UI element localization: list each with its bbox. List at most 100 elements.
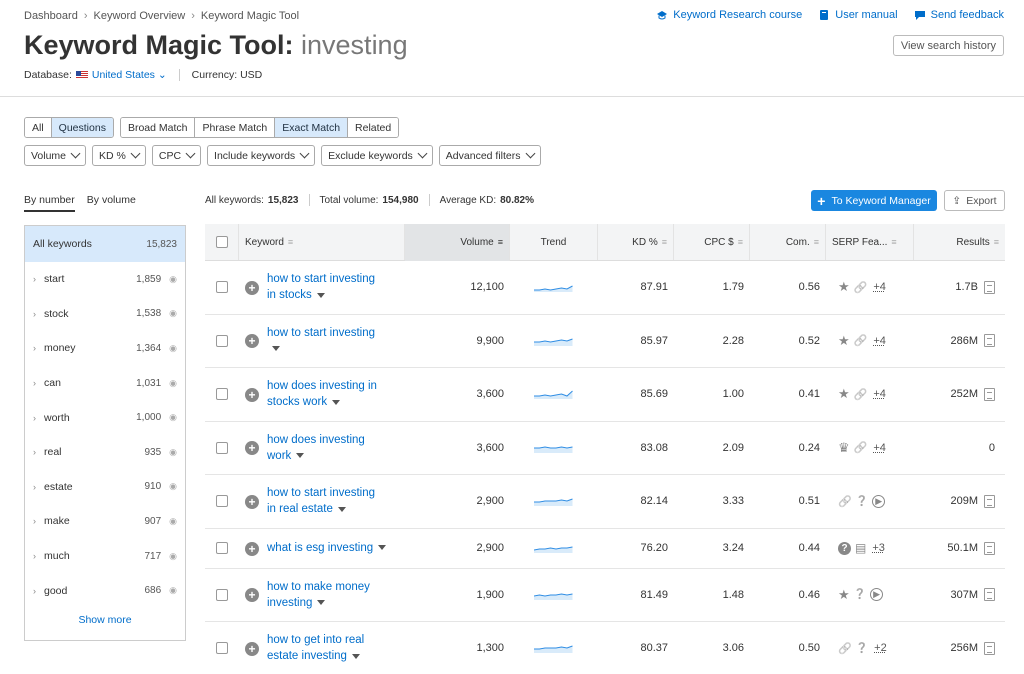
tab-exact-match[interactable]: Exact Match	[275, 118, 349, 137]
to-keyword-manager-button[interactable]: + To Keyword Manager	[811, 190, 937, 211]
tab-all[interactable]: All	[25, 118, 52, 137]
caret-down-icon[interactable]	[378, 545, 387, 551]
add-keyword-icon[interactable]: +	[245, 541, 259, 556]
sort-icon: ≡	[993, 237, 999, 247]
add-keyword-icon[interactable]: +	[245, 588, 259, 603]
serp-more-count[interactable]: +4	[873, 442, 886, 454]
serp-snapshot-icon[interactable]	[984, 334, 995, 348]
keyword-course-link[interactable]: Keyword Research course	[656, 9, 802, 21]
caret-down-icon[interactable]	[332, 399, 341, 405]
include-keywords-dropdown[interactable]: Include keywords	[207, 145, 316, 166]
add-keyword-icon[interactable]: +	[245, 441, 259, 456]
group-item-good[interactable]: › good 686 ◉	[25, 573, 185, 608]
keyword-link[interactable]: how to start investing	[267, 325, 375, 357]
group-item-much[interactable]: › much 717 ◉	[25, 539, 185, 574]
serp-more-count[interactable]: +3	[872, 542, 885, 554]
row-checkbox[interactable]	[216, 334, 228, 347]
tab-by-number[interactable]: By number	[24, 194, 75, 212]
serp-snapshot-icon[interactable]	[984, 387, 995, 401]
exclude-keywords-dropdown[interactable]: Exclude keywords	[321, 145, 433, 166]
keyword-link[interactable]: how to start investing in real estate	[267, 485, 375, 517]
keyword-link[interactable]: how does investing in stocks work	[267, 378, 377, 410]
row-checkbox[interactable]	[216, 495, 228, 508]
serp-more-count[interactable]: +4	[873, 281, 886, 293]
col-results[interactable]: Results ≡	[914, 224, 1005, 260]
group-item-make[interactable]: › make 907 ◉	[25, 504, 185, 539]
serp-more-count[interactable]: +2	[874, 642, 887, 654]
caret-down-icon[interactable]	[337, 506, 346, 512]
keyword-link[interactable]: how to make money investing	[267, 579, 370, 611]
caret-down-icon[interactable]	[316, 292, 325, 298]
chevron-down-icon: ⌄	[157, 69, 167, 81]
group-item-real[interactable]: › real 935 ◉	[25, 435, 185, 470]
cpc-filter-dropdown[interactable]: CPC	[151, 145, 202, 166]
row-checkbox[interactable]	[216, 542, 228, 554]
serp-snapshot-icon[interactable]	[984, 641, 995, 655]
volume-filter-dropdown[interactable]: Volume	[24, 145, 87, 166]
add-keyword-icon[interactable]: +	[245, 641, 259, 656]
select-all-checkbox[interactable]	[215, 236, 228, 248]
group-item-start[interactable]: › start 1,859 ◉	[25, 262, 185, 297]
caret-down-icon[interactable]	[351, 653, 360, 659]
eye-icon[interactable]: ◉	[169, 447, 177, 458]
row-checkbox[interactable]	[216, 642, 228, 655]
add-keyword-icon[interactable]: +	[245, 494, 259, 509]
group-item-worth[interactable]: › worth 1,000 ◉	[25, 400, 185, 435]
group-item-stock[interactable]: › stock 1,538 ◉	[25, 297, 185, 332]
export-button[interactable]: ⇪ Export	[944, 190, 1005, 211]
eye-icon[interactable]: ◉	[169, 412, 177, 423]
row-checkbox[interactable]	[216, 441, 228, 454]
database-select[interactable]: United States ⌄	[92, 69, 167, 81]
row-checkbox[interactable]	[216, 388, 228, 401]
caret-down-icon[interactable]	[272, 346, 280, 352]
col-volume[interactable]: Volume ≡	[405, 223, 510, 261]
row-checkbox[interactable]	[216, 588, 228, 601]
user-manual-link[interactable]: User manual	[818, 9, 898, 21]
eye-icon[interactable]: ◉	[169, 308, 177, 319]
caret-down-icon[interactable]	[317, 600, 326, 606]
group-item-estate[interactable]: › estate 910 ◉	[25, 470, 185, 505]
col-competition[interactable]: Com. ≡	[750, 224, 826, 260]
eye-icon[interactable]: ◉	[169, 551, 177, 562]
tab-by-volume[interactable]: By volume	[87, 194, 136, 212]
tab-phrase-match[interactable]: Phrase Match	[195, 118, 276, 137]
show-more-link[interactable]: Show more	[25, 614, 185, 626]
kd-filter-dropdown[interactable]: KD %	[92, 145, 146, 166]
serp-snapshot-icon[interactable]	[984, 588, 995, 602]
tab-broad-match[interactable]: Broad Match	[120, 118, 196, 137]
breadcrumb-keyword-overview[interactable]: Keyword Overview	[94, 10, 186, 22]
eye-icon[interactable]: ◉	[169, 274, 177, 285]
add-keyword-icon[interactable]: +	[245, 387, 259, 402]
eye-icon[interactable]: ◉	[169, 585, 177, 596]
eye-icon[interactable]: ◉	[169, 516, 177, 527]
view-search-history-button[interactable]: View search history	[892, 35, 1004, 56]
serp-snapshot-icon[interactable]	[984, 541, 995, 555]
keyword-link[interactable]: what is esg investing	[267, 540, 387, 556]
eye-icon[interactable]: ◉	[169, 343, 177, 354]
advanced-filters-dropdown[interactable]: Advanced filters	[438, 145, 541, 166]
keyword-link[interactable]: how to get into real estate investing	[267, 632, 364, 664]
add-keyword-icon[interactable]: +	[245, 334, 259, 349]
add-keyword-icon[interactable]: +	[245, 280, 259, 295]
group-item-can[interactable]: › can 1,031 ◉	[25, 366, 185, 401]
group-all-keywords[interactable]: All keywords 15,823	[25, 226, 185, 262]
eye-icon[interactable]: ◉	[169, 481, 177, 492]
row-checkbox[interactable]	[216, 281, 228, 294]
tab-questions[interactable]: Questions	[51, 118, 113, 137]
group-item-money[interactable]: › money 1,364 ◉	[25, 331, 185, 366]
eye-icon[interactable]: ◉	[169, 378, 177, 389]
serp-snapshot-icon[interactable]	[984, 280, 995, 294]
col-serp-features[interactable]: SERP Fea... ≡	[826, 224, 914, 260]
serp-more-count[interactable]: +4	[873, 335, 886, 347]
serp-more-count[interactable]: +4	[873, 388, 886, 400]
keyword-link[interactable]: how to start investing in stocks	[267, 271, 375, 303]
tab-related[interactable]: Related	[348, 118, 399, 137]
col-cpc[interactable]: CPC $ ≡	[674, 224, 750, 260]
caret-down-icon[interactable]	[296, 453, 305, 459]
serp-snapshot-icon[interactable]	[984, 494, 995, 508]
col-keyword[interactable]: Keyword ≡	[239, 224, 405, 260]
col-kd[interactable]: KD % ≡	[598, 224, 674, 260]
keyword-link[interactable]: how does investing work	[267, 432, 365, 464]
breadcrumb-dashboard[interactable]: Dashboard	[24, 10, 78, 22]
send-feedback-link[interactable]: Send feedback	[914, 9, 1004, 21]
